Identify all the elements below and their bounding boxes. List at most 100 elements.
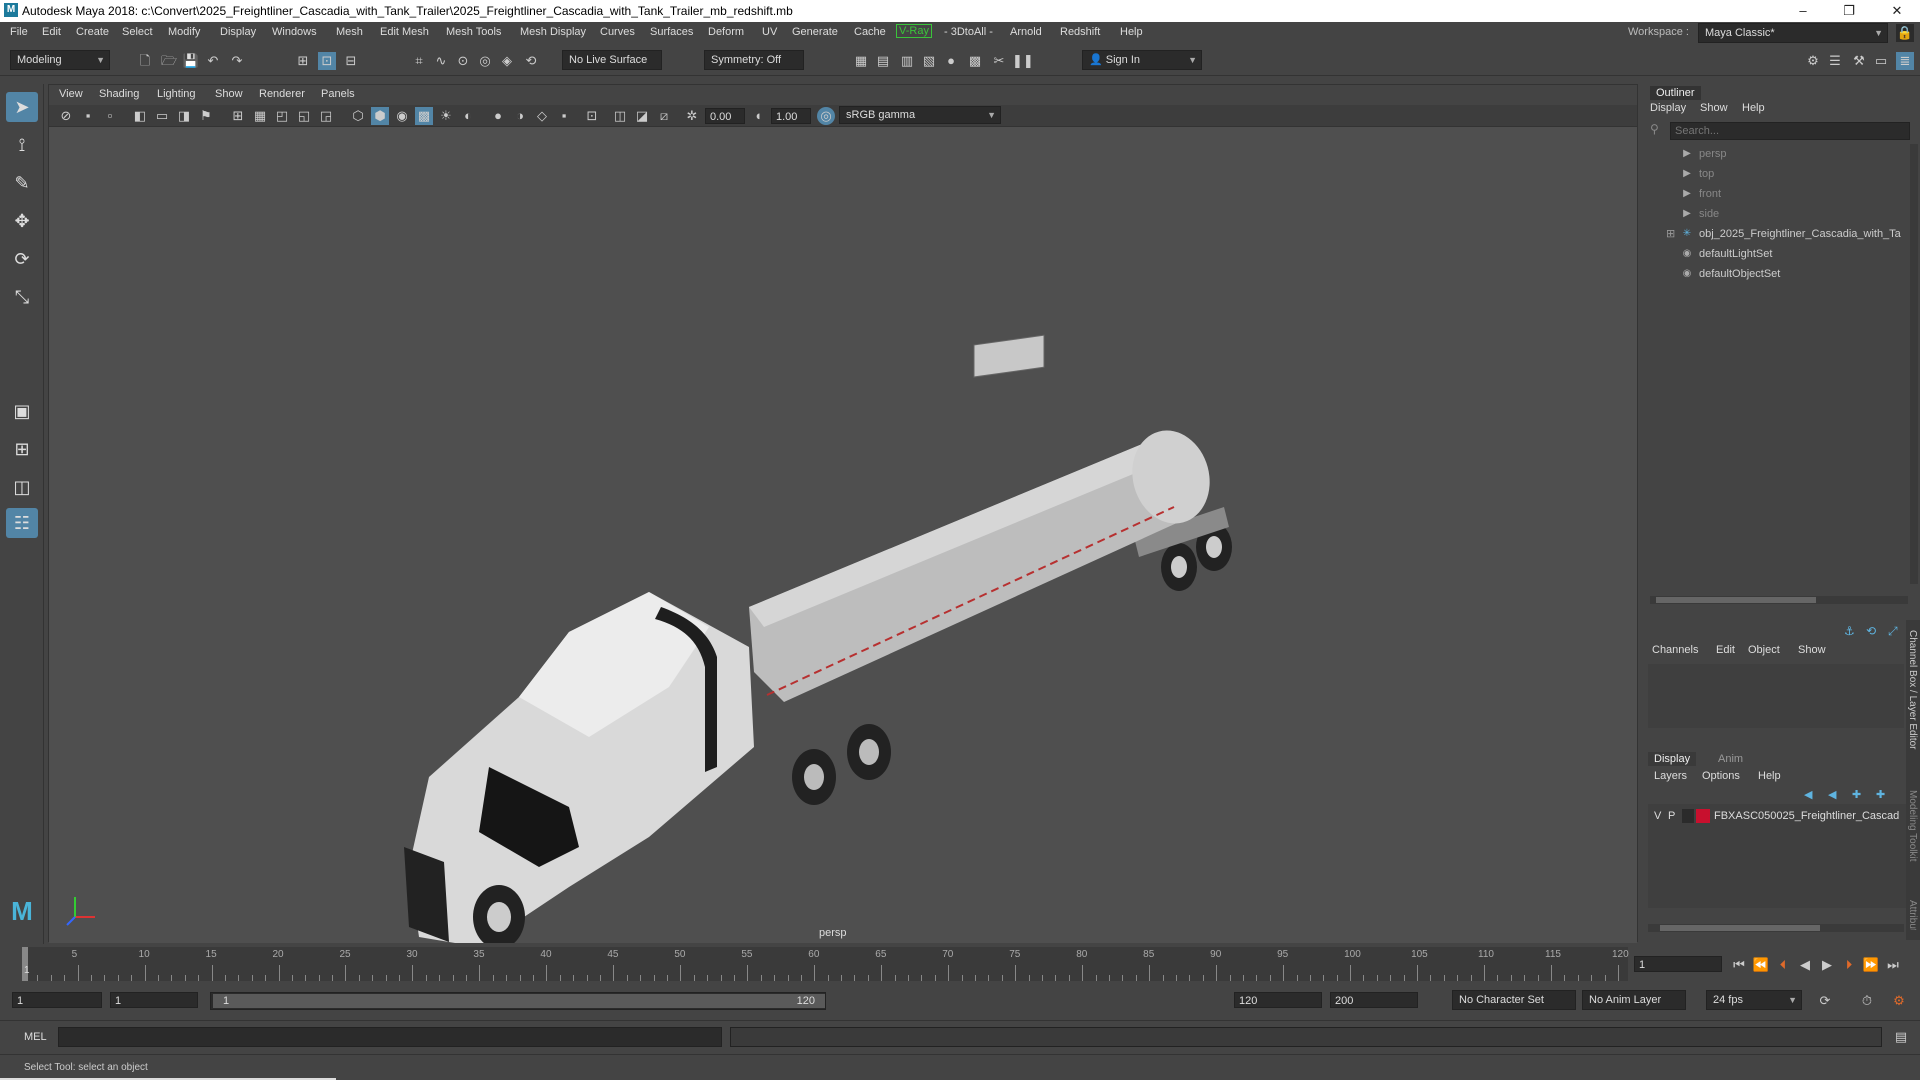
menu-create[interactable]: Create: [76, 26, 109, 38]
menu-generate[interactable]: Generate: [792, 26, 838, 38]
go-to-start-icon[interactable]: ⏮: [1730, 956, 1748, 974]
snap-surface-icon[interactable]: ◈: [498, 52, 516, 70]
new-layer-icon[interactable]: ✚: [1852, 788, 1861, 801]
color-management-icon[interactable]: ◎: [817, 107, 835, 125]
outliner-item-persp[interactable]: ▶ persp: [1644, 144, 1904, 164]
snap-view-icon[interactable]: ◎: [476, 52, 494, 70]
bookmark-icon[interactable]: ▫: [101, 107, 119, 125]
playback-start-field[interactable]: 1: [110, 992, 198, 1008]
scene-end-field[interactable]: 200: [1330, 992, 1418, 1008]
character-set-dropdown[interactable]: No Character Set: [1452, 990, 1576, 1010]
anti-aliasing-icon[interactable]: ◇: [533, 107, 551, 125]
outliner-menu-show[interactable]: Show: [1700, 102, 1728, 114]
layer-tab-anim[interactable]: Anim: [1718, 753, 1743, 765]
outliner-item-side[interactable]: ▶ side: [1644, 204, 1904, 224]
workspace-dropdown[interactable]: Maya Classic* ▼: [1698, 23, 1888, 43]
isolate-select-icon[interactable]: ⊡: [583, 107, 601, 125]
time-ruler[interactable]: 1 5 10 15 20 25 30 35 40 45 50 55 60 65 70 75 80 85 90 95 1…: [22, 947, 1629, 981]
viewport-menu-renderer[interactable]: Renderer: [259, 88, 305, 100]
playback-end-field[interactable]: 120: [1234, 992, 1322, 1008]
backface-culling-icon[interactable]: ⧄: [655, 107, 673, 125]
layer-tab-display[interactable]: Display: [1648, 752, 1697, 766]
minimize-button[interactable]: –: [1780, 0, 1826, 22]
viewport-menu-shading[interactable]: Shading: [99, 88, 139, 100]
color-space-dropdown[interactable]: sRGB gamma ▼: [839, 106, 1001, 124]
modeling-toolkit-icon[interactable]: ⚙: [1804, 52, 1822, 70]
command-language-label[interactable]: MEL: [24, 1031, 47, 1043]
layer-menu-help[interactable]: Help: [1758, 770, 1781, 782]
outliner-menu-display[interactable]: Display: [1650, 102, 1686, 114]
layer-playback-toggle[interactable]: P: [1668, 810, 1675, 822]
film-gate-icon[interactable]: ▭: [153, 107, 171, 125]
maximize-button[interactable]: ❐: [1826, 0, 1872, 22]
channels-menu-channels[interactable]: Channels: [1652, 644, 1698, 656]
textured-icon[interactable]: ▩: [415, 107, 433, 125]
lasso-tool-icon[interactable]: ⟟: [6, 130, 38, 160]
viewport-menu-show[interactable]: Show: [215, 88, 243, 100]
anim-layer-dropdown[interactable]: No Anim Layer: [1582, 990, 1686, 1010]
mode-dropdown[interactable]: Modeling ▼: [10, 50, 110, 70]
menu-file[interactable]: File: [10, 26, 28, 38]
grid-icon[interactable]: ⊞: [229, 107, 247, 125]
select-object-icon[interactable]: ⊡: [318, 52, 336, 70]
move-layer-up-icon[interactable]: ◀: [1804, 788, 1812, 801]
move-layer-down-icon[interactable]: ◀: [1828, 788, 1836, 801]
viewport-scene[interactable]: persp: [49, 127, 1637, 943]
menu-mesh[interactable]: Mesh: [336, 26, 363, 38]
depth-of-field-icon[interactable]: ▪: [555, 107, 573, 125]
menu-3dtoall[interactable]: - 3DtoAll -: [944, 26, 993, 38]
outliner-item-default-object-set[interactable]: ◉ defaultObjectSet: [1644, 264, 1904, 284]
save-scene-icon[interactable]: 💾: [182, 52, 200, 70]
outliner-layout-icon[interactable]: ☷: [6, 508, 38, 538]
menu-cache[interactable]: Cache: [854, 26, 886, 38]
play-forward-icon[interactable]: ▶: [1818, 956, 1836, 974]
menu-edit[interactable]: Edit: [42, 26, 61, 38]
xray-joints-icon[interactable]: ◪: [633, 107, 651, 125]
gamma-icon[interactable]: ◖: [749, 107, 767, 125]
outliner-item-top[interactable]: ▶ top: [1644, 164, 1904, 184]
redo-icon[interactable]: ↷: [228, 52, 246, 70]
render-view-icon[interactable]: ▩: [966, 52, 984, 70]
viewport-menu-view[interactable]: View: [59, 88, 83, 100]
image-plane-icon[interactable]: ◧: [131, 107, 149, 125]
play-backward-icon[interactable]: ◀: [1796, 956, 1814, 974]
snap-curve-icon[interactable]: ∿: [432, 52, 450, 70]
outliner-item-default-light-set[interactable]: ◉ defaultLightSet: [1644, 244, 1904, 264]
menu-display[interactable]: Display: [220, 26, 256, 38]
open-scene-icon[interactable]: 🗁: [160, 52, 178, 70]
pin-icon[interactable]: ⚓: [1844, 624, 1855, 638]
render-settings-icon[interactable]: ▧: [920, 52, 938, 70]
step-back-key-icon[interactable]: ⏪: [1752, 956, 1770, 974]
channels-menu-edit[interactable]: Edit: [1716, 644, 1735, 656]
snap-grid-icon[interactable]: ⌗: [410, 52, 428, 70]
single-view-layout-icon[interactable]: ▣: [6, 396, 38, 426]
safe-action-icon[interactable]: ◰: [273, 107, 291, 125]
scrollbar-thumb[interactable]: [1656, 597, 1816, 603]
close-button[interactable]: ✕: [1874, 0, 1920, 22]
channels-menu-show[interactable]: Show: [1798, 644, 1826, 656]
outliner-vertical-scrollbar[interactable]: [1910, 144, 1918, 584]
outliner-item-obj[interactable]: ⊞ ✳ obj_2025_Freightliner_Cascadia_with_Ta: [1644, 224, 1904, 244]
side-tab-modeling-toolkit[interactable]: Modeling Toolkit: [1907, 790, 1918, 862]
select-component-icon[interactable]: ⊟: [342, 52, 360, 70]
expand-channel-icon[interactable]: ⤢: [1888, 624, 1898, 639]
step-forward-key-icon[interactable]: ⏩: [1862, 956, 1880, 974]
exposure-icon[interactable]: ✲: [683, 107, 701, 125]
current-frame-field[interactable]: 1: [1634, 956, 1722, 972]
scrollbar-thumb[interactable]: [1660, 925, 1820, 931]
xray-icon[interactable]: ◫: [611, 107, 629, 125]
scale-tool-icon[interactable]: ⤡: [6, 282, 38, 312]
resolution-gate-icon[interactable]: ◨: [175, 107, 193, 125]
shaded-wireframe-icon[interactable]: ◉: [393, 107, 411, 125]
menu-curves[interactable]: Curves: [600, 26, 635, 38]
script-editor-icon[interactable]: ▤: [1892, 1028, 1910, 1046]
shadows-icon[interactable]: ◐: [459, 107, 477, 125]
gate-mask-icon[interactable]: ⚑: [197, 107, 215, 125]
step-forward-frame-icon[interactable]: ⏵: [1840, 956, 1858, 974]
hypershade-icon[interactable]: ●: [942, 52, 960, 70]
new-scene-icon[interactable]: 🗋: [136, 52, 154, 70]
menu-windows[interactable]: Windows: [272, 26, 317, 38]
pause-render-icon[interactable]: ❚❚: [1012, 52, 1034, 70]
menu-surfaces[interactable]: Surfaces: [650, 26, 693, 38]
ipr-render-icon[interactable]: ▥: [898, 52, 916, 70]
